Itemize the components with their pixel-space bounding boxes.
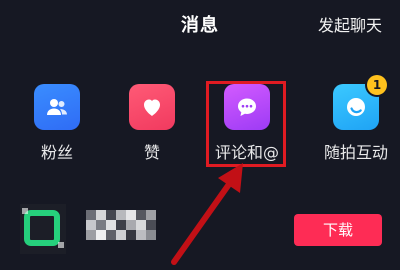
download-button[interactable]: 下载 (294, 214, 382, 246)
app-logo-mark-icon (22, 208, 64, 248)
pixelated-app-name (86, 206, 156, 246)
mosaic-icon (86, 210, 156, 240)
app-logo (20, 204, 66, 254)
app-promo-row: 下载 (0, 196, 400, 270)
